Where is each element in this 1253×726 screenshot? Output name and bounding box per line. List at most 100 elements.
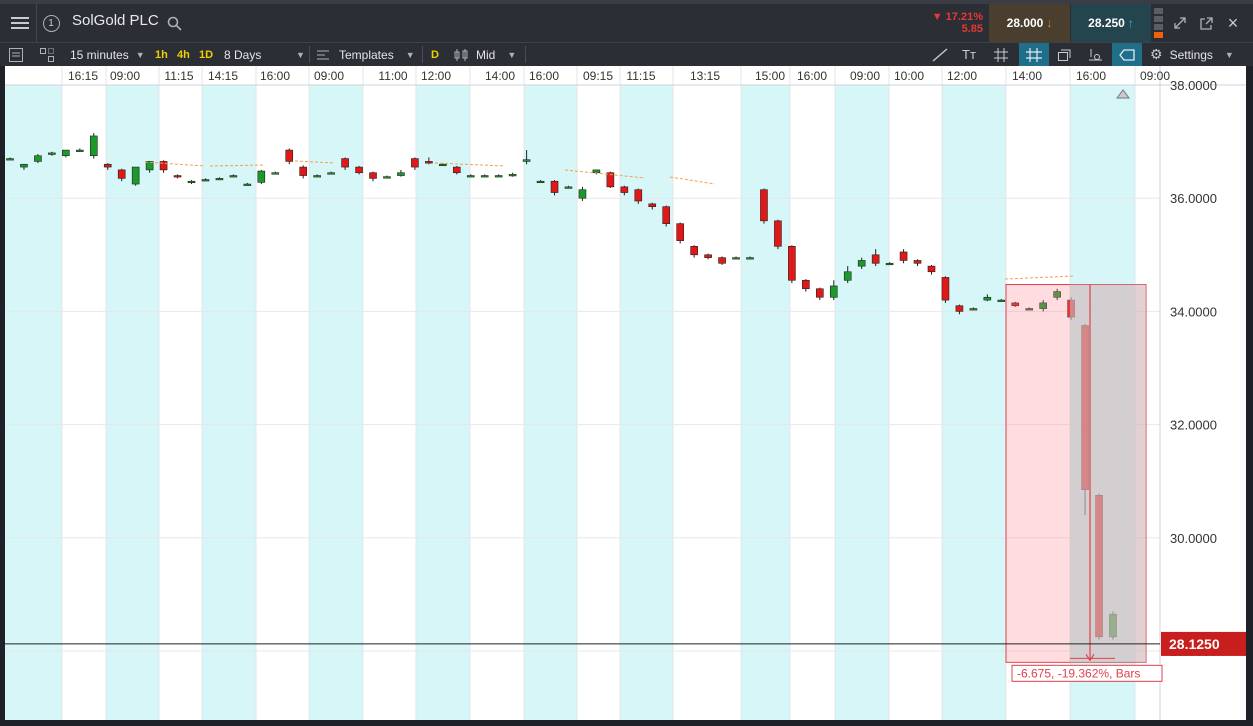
link-slot-icon[interactable]: 1 — [40, 4, 62, 42]
session-band — [202, 85, 256, 720]
candle-body — [802, 279, 810, 290]
candle-body — [704, 254, 712, 258]
candle-type-icon — [454, 48, 468, 61]
candle-body — [690, 246, 698, 256]
measure-label: -6.675, -19.362%, Bars — [1017, 666, 1140, 680]
up-arrow-icon: ↑ — [1127, 16, 1134, 30]
candle-body — [187, 180, 196, 184]
range-label: 8 Days — [224, 47, 262, 62]
instrument-title[interactable]: SolGold PLC — [72, 12, 159, 29]
price-chart[interactable]: 16:15 09:00 11:15 14:15 16:00 09:00 11:00 12:00… — [5, 66, 1246, 720]
price-type-dropdown[interactable]: Mid ▼ — [454, 43, 516, 66]
price-change-box: ▼ 17.21% 5.85 — [923, 4, 989, 42]
connector-line — [669, 176, 716, 185]
settings-button[interactable]: ⚙ Settings ▼ — [1150, 43, 1234, 66]
candle-body — [927, 265, 936, 273]
candle-body — [718, 257, 726, 264]
candle-body — [76, 149, 84, 152]
time-tick-label: 09:00 — [1140, 69, 1170, 83]
candle-body — [299, 166, 308, 176]
candle-body — [285, 149, 294, 162]
candle-body — [452, 166, 461, 174]
expand-icon[interactable] — [1170, 4, 1190, 42]
candle-body — [941, 277, 950, 301]
candle-body — [103, 163, 112, 168]
candle-body — [522, 159, 531, 162]
candle-body — [201, 179, 210, 182]
candle-body — [62, 149, 70, 157]
candle-body — [383, 176, 391, 179]
volume-meter — [1154, 8, 1163, 42]
search-icon[interactable] — [165, 4, 183, 42]
link-slot-number: 1 — [42, 14, 60, 32]
time-tick-label: 09:15 — [583, 69, 613, 83]
quick-1h-button[interactable]: 1h — [155, 43, 168, 66]
d-badge[interactable]: D — [431, 43, 439, 66]
interval-dropdown[interactable]: 15 minutes ▼ — [70, 43, 145, 66]
session-band — [5, 85, 62, 720]
price-tick-label: 32.0000 — [1170, 418, 1217, 433]
candle-body — [564, 186, 573, 189]
quick-1d-button[interactable]: 1D — [199, 43, 213, 66]
session-band — [741, 85, 790, 720]
time-tick-label: 16:00 — [260, 69, 290, 83]
tag-icon — [1119, 48, 1135, 61]
ask-button[interactable]: 28.250 ↑ — [1071, 4, 1151, 42]
candle-body — [662, 206, 671, 224]
price-tick-label: 36.0000 — [1170, 191, 1217, 206]
candle-body — [313, 175, 321, 178]
change-percent: ▼ 17.21% — [931, 11, 983, 23]
hamburger-menu-icon[interactable] — [8, 4, 32, 42]
quick-4h-button[interactable]: 4h — [177, 43, 190, 66]
chart-list-icon[interactable] — [9, 43, 23, 66]
candle-body — [620, 186, 629, 193]
templates-dropdown[interactable]: Templates ▼ — [316, 43, 415, 66]
candle-body — [20, 163, 28, 168]
trendline-icon[interactable] — [932, 43, 948, 66]
candle-body — [425, 161, 433, 164]
range-chevron-down-icon[interactable]: ▼ — [296, 43, 305, 66]
label-toggle[interactable] — [1112, 43, 1142, 66]
time-tick-label: 09:00 — [110, 69, 140, 83]
range-dropdown[interactable]: 8 Days — [224, 43, 261, 66]
settings-chevron-icon: ▼ — [1224, 49, 1234, 60]
candle-body — [955, 305, 964, 312]
windows-icon[interactable] — [1058, 43, 1073, 66]
bid-button[interactable]: 28.000 ↓ — [989, 4, 1070, 42]
candle-body — [732, 257, 740, 260]
crosshair-toggle[interactable] — [1019, 43, 1049, 66]
text-tool-icon[interactable]: Tт — [962, 43, 976, 66]
candle-body — [550, 180, 559, 193]
time-tick-label: 12:00 — [421, 69, 451, 83]
close-icon[interactable]: × — [1223, 4, 1243, 42]
grid-icon[interactable] — [994, 43, 1008, 66]
layout-icon[interactable] — [40, 43, 54, 66]
candle-body — [6, 158, 14, 161]
price-type-label: Mid — [476, 47, 496, 62]
session-band — [524, 85, 577, 720]
chart-canvas[interactable]: 16:15 09:00 11:15 14:15 16:00 09:00 11:00 12:00… — [5, 66, 1246, 720]
connector-line — [1004, 275, 1076, 280]
measure-highlight — [1070, 284, 1146, 663]
candle-body — [480, 175, 489, 178]
candle-body — [774, 220, 782, 247]
candle-body — [327, 172, 335, 175]
candle-body — [871, 254, 880, 264]
candle-body — [648, 203, 657, 207]
candle-body — [271, 172, 280, 175]
indicator-icon[interactable] — [1088, 43, 1103, 66]
candle-body — [411, 158, 419, 168]
time-tick-label: 10:00 — [894, 69, 924, 83]
interval-label: 15 minutes — [70, 47, 129, 62]
chart-toolbar: 15 minutes ▼ 1h 4h 1D 8 Days ▼ Templates… — [0, 42, 1253, 66]
candle-body — [117, 169, 126, 179]
chevron-down-icon: ▼ — [135, 49, 145, 60]
ask-price: 28.250 — [1088, 16, 1125, 30]
time-tick-label: 15:00 — [755, 69, 785, 83]
candle-body — [983, 296, 992, 301]
time-tick-label: 16:00 — [1076, 69, 1106, 83]
candle-body — [508, 174, 517, 177]
popout-icon[interactable] — [1196, 4, 1216, 42]
price-tick-label: 34.0000 — [1170, 304, 1217, 319]
candle-body — [746, 257, 754, 260]
